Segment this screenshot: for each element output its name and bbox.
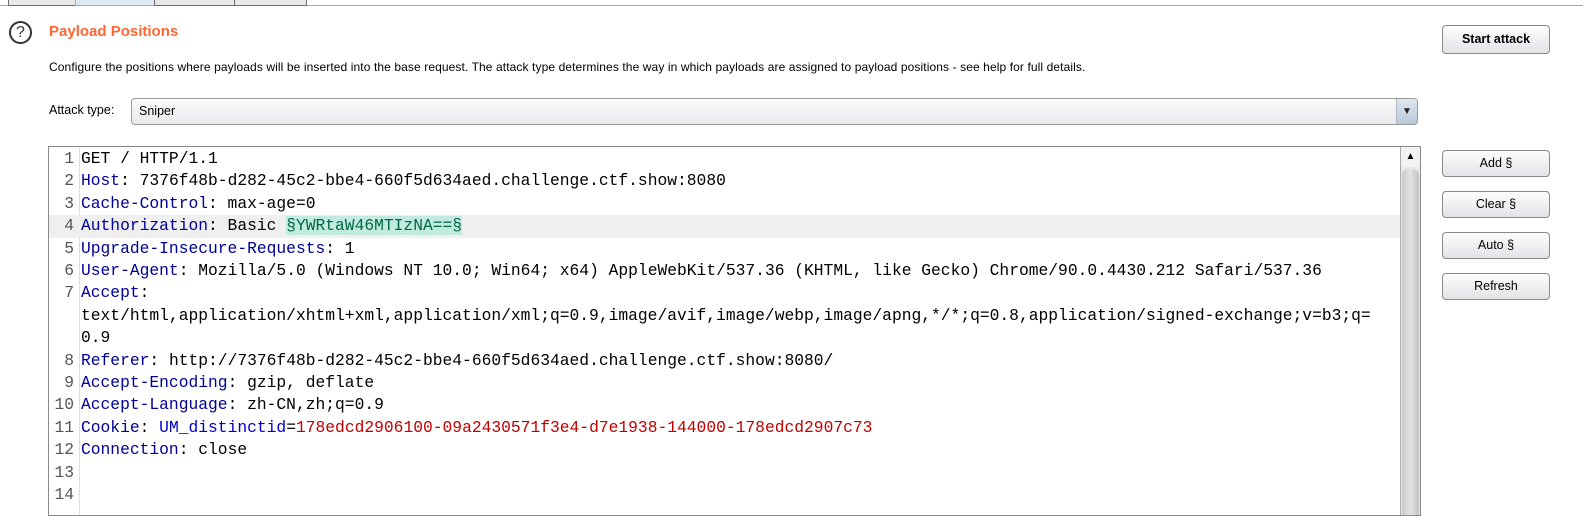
header-name: Referer <box>81 350 150 370</box>
request-line: 12 Connection: close <box>49 439 1401 461</box>
line-text: : gzip, deflate <box>227 373 375 393</box>
request-line: 10 Accept-Language: zh-CN,zh;q=0.9 <box>49 394 1401 416</box>
line-content: User-Agent: Mozilla/5.0 (Windows NT 10.0… <box>81 260 1401 282</box>
line-content: Upgrade-Insecure-Requests: 1 <box>81 238 1401 260</box>
request-line: 1 GET / HTTP/1.1 <box>49 148 1401 170</box>
line-number: 13 <box>54 462 74 482</box>
request-editor[interactable]: 1 GET / HTTP/1.1 2 Host: 7376f48b-d282-45c2… <box>48 146 1421 516</box>
header-name: Accept <box>81 283 140 303</box>
request-line: 9 Accept-Encoding: gzip, deflate <box>49 372 1401 394</box>
line-text: : close <box>178 440 248 460</box>
line-number: 2 <box>64 171 74 191</box>
cookie-value: 178edcd2906100-09a2430571f3e4-d7e1938-14… <box>295 417 873 437</box>
header-name: Cache-Control <box>81 193 209 213</box>
line-number: 8 <box>64 350 74 370</box>
line-text: : Basic <box>208 216 287 236</box>
line-text: GET / HTTP/1.1 <box>81 149 218 168</box>
request-lines: 1 GET / HTTP/1.1 2 Host: 7376f48b-d282-45c2… <box>49 148 1401 507</box>
line-content: Accept-Encoding: gzip, deflate <box>81 372 1401 394</box>
header-name: Host <box>81 171 121 191</box>
line-number: 14 <box>54 485 74 505</box>
request-line: 4 Authorization: Basic §YWRtaW46MTIzNA==§ <box>49 215 1401 238</box>
help-icon[interactable]: ? <box>9 21 32 44</box>
line-number: 4 <box>64 216 74 236</box>
vertical-scrollbar[interactable]: ▲ <box>1400 147 1420 515</box>
header-name: Accept-Encoding <box>81 373 228 393</box>
description: Configure the positions where payloads w… <box>49 60 1086 74</box>
attack-type-select[interactable]: Sniper ▼ <box>131 98 1418 125</box>
line-content: Cookie: UM_distinctid=178edcd2906100-09a… <box>81 417 1401 439</box>
attack-type-value: Sniper <box>139 104 176 118</box>
page-title: Payload Positions <box>49 23 179 40</box>
header-name: Accept-Language <box>81 395 228 415</box>
header-name: User-Agent <box>81 261 179 281</box>
line-text: : text/html,application/xhtml+xml,applic… <box>81 283 1371 348</box>
line-content <box>81 484 1401 506</box>
line-number: 10 <box>54 395 74 415</box>
line-number: 5 <box>64 238 74 258</box>
start-attack-button[interactable]: Start attack <box>1442 25 1550 54</box>
line-content: Accept: text/html,application/xhtml+xml,… <box>81 282 1401 349</box>
request-line: 14 <box>49 484 1401 506</box>
line-number: 11 <box>54 417 74 437</box>
line-text: : max-age=0 <box>208 193 316 213</box>
line-text: : Mozilla/5.0 (Windows NT 10.0; Win64; x… <box>178 261 1322 281</box>
clear-markers-button[interactable]: Clear § <box>1442 191 1550 218</box>
request-line: 3 Cache-Control: max-age=0 <box>49 193 1401 215</box>
refresh-button[interactable]: Refresh <box>1442 273 1550 300</box>
line-content: Referer: http://7376f48b-d282-45c2-bbe4-… <box>81 350 1401 372</box>
line-text: : 1 <box>325 238 355 258</box>
payload-position[interactable]: §YWRtaW46MTIzNA==§ <box>286 216 463 236</box>
line-text: = <box>286 417 296 437</box>
line-number: 6 <box>64 261 74 281</box>
line-number: 1 <box>64 149 74 168</box>
line-content: Connection: close <box>81 439 1401 461</box>
scroll-thumb[interactable] <box>1402 169 1419 515</box>
header-name: Connection <box>81 440 179 460</box>
line-number: 3 <box>64 193 74 213</box>
header-name: Cookie <box>81 417 140 437</box>
line-content: Cache-Control: max-age=0 <box>81 193 1401 215</box>
attack-type-label: Attack type: <box>49 103 115 117</box>
line-content: Accept-Language: zh-CN,zh;q=0.9 <box>81 394 1401 416</box>
request-line: 2 Host: 7376f48b-d282-45c2-bbe4-660f5d634… <box>49 170 1401 192</box>
line-content: Host: 7376f48b-d282-45c2-bbe4-660f5d634a… <box>81 170 1401 192</box>
tab-payloads[interactable] <box>154 0 235 6</box>
tab-strip <box>0 0 1583 6</box>
request-line: 11 Cookie: UM_distinctid=178edcd2906100-0… <box>49 417 1401 439</box>
scroll-up-icon[interactable]: ▲ <box>1401 147 1420 167</box>
line-number: 9 <box>64 373 74 393</box>
tab-options[interactable] <box>234 0 307 6</box>
add-marker-button[interactable]: Add § <box>1442 150 1550 177</box>
line-text: : <box>139 417 160 437</box>
request-line: 5 Upgrade-Insecure-Requests: 1 <box>49 238 1401 260</box>
line-text: : 7376f48b-d282-45c2-bbe4-660f5d634aed.c… <box>120 171 726 191</box>
auto-markers-button[interactable]: Auto § <box>1442 232 1550 259</box>
tab-target[interactable] <box>8 0 76 6</box>
line-number: 7 <box>64 283 74 303</box>
request-line: 8 Referer: http://7376f48b-d282-45c2-bbe4… <box>49 350 1401 372</box>
line-content <box>81 462 1401 484</box>
line-number: 12 <box>54 440 74 460</box>
chevron-down-icon[interactable]: ▼ <box>1396 99 1417 124</box>
header-name: Authorization <box>81 216 209 236</box>
line-content: GET / HTTP/1.1 <box>81 148 1401 170</box>
line-text: : http://7376f48b-d282-45c2-bbe4-660f5d6… <box>149 350 834 370</box>
request-line: 6 User-Agent: Mozilla/5.0 (Windows NT 10.… <box>49 260 1401 282</box>
cookie-name: UM_distinctid <box>159 417 287 437</box>
line-content: Authorization: Basic §YWRtaW46MTIzNA==§ <box>81 215 1401 237</box>
tab-positions[interactable] <box>75 0 155 6</box>
request-line: 7 Accept: text/html,application/xhtml+xml… <box>49 282 1401 349</box>
line-text: : zh-CN,zh;q=0.9 <box>227 395 384 415</box>
request-line: 13 <box>49 462 1401 484</box>
header-name: Upgrade-Insecure-Requests <box>81 238 326 258</box>
